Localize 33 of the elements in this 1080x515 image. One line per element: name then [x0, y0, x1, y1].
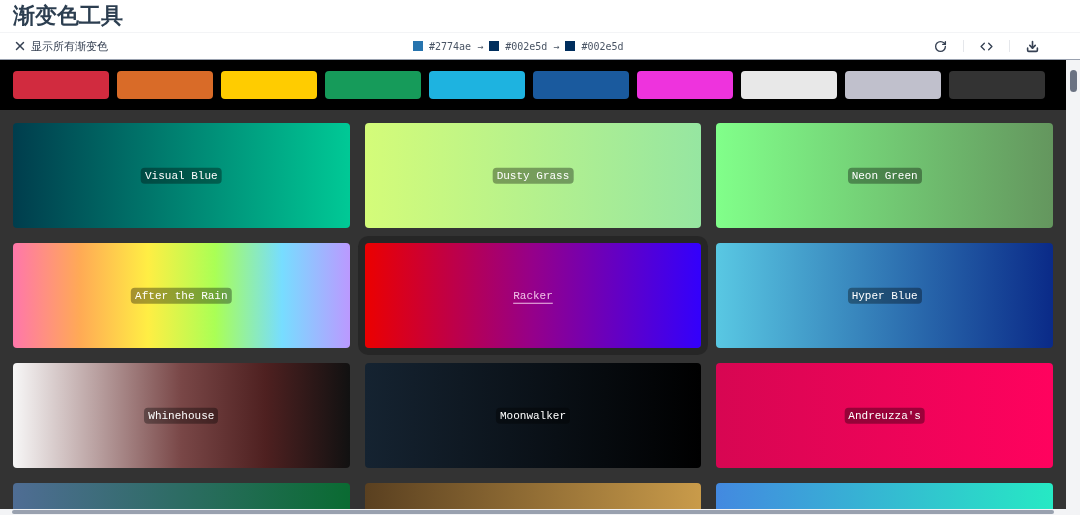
gradient-name: Andreuzza's: [844, 407, 925, 424]
color-filter-swatch[interactable]: [637, 71, 733, 99]
arrow: →: [477, 39, 484, 54]
hex-code: #002e5d: [505, 39, 548, 54]
gradient-fill[interactable]: [716, 243, 1053, 348]
gradient-name: Dusty Grass: [492, 167, 574, 184]
color-filter-swatch[interactable]: [325, 71, 421, 99]
hex-code: #2774ae: [429, 39, 472, 54]
color-filter-swatch[interactable]: [13, 71, 109, 99]
gradient-name: Moonwalker: [496, 407, 570, 424]
gradient-fill[interactable]: [364, 123, 702, 228]
color-filter-swatch[interactable]: [949, 71, 1045, 99]
vertical-scrollbar[interactable]: [1066, 60, 1080, 515]
color-filter-swatch[interactable]: [117, 71, 213, 99]
gradient-name: Visual Blue: [141, 167, 222, 184]
gradient-name: Whinehouse: [144, 407, 219, 424]
gradient-name: Racker: [513, 288, 553, 304]
horizontal-scrollbar[interactable]: [0, 509, 1066, 515]
show-all-toggle[interactable]: 显示所有渐变色: [13, 37, 413, 55]
color-filter-swatch[interactable]: [741, 71, 837, 99]
color-filter-swatch[interactable]: [221, 71, 317, 99]
gradient-name: Neon Green: [847, 167, 922, 184]
close-icon: [13, 39, 27, 53]
gradient-fill[interactable]: [716, 123, 1053, 228]
hex-code: #002e5d: [581, 39, 624, 54]
gradient-fill[interactable]: [13, 123, 350, 228]
arrow: →: [553, 39, 560, 54]
gradient-name: After the Rain: [131, 287, 232, 304]
color-filter-swatch[interactable]: [845, 71, 941, 99]
gradient-name: Hyper Blue: [847, 287, 922, 304]
page-title: 渐变色工具: [13, 5, 123, 27]
color-filter-swatch[interactable]: [429, 71, 525, 99]
color-filter-swatch[interactable]: [533, 71, 629, 99]
